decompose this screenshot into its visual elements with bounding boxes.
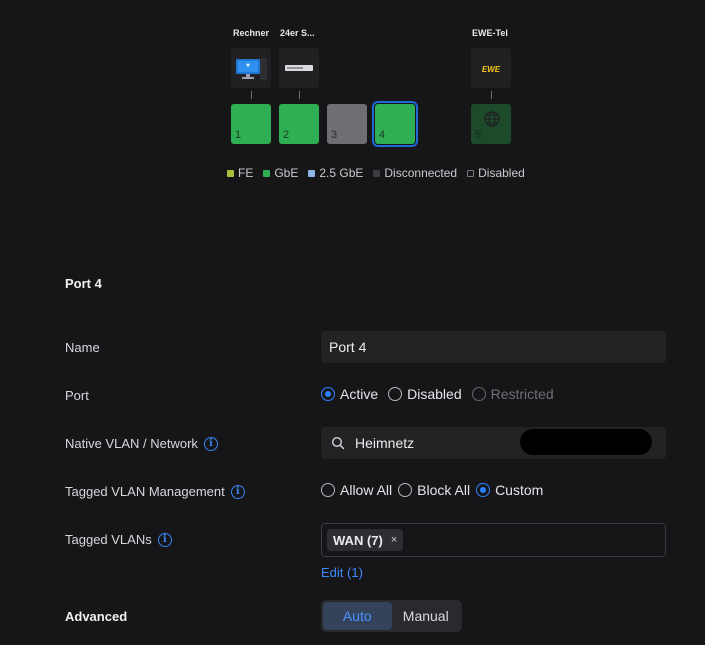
legend-swatch: [227, 169, 234, 177]
legend-label: GbE: [274, 166, 299, 180]
globe-icon: [484, 111, 500, 127]
switch-icon: [285, 65, 313, 71]
device-isp[interactable]: EWE: [471, 48, 511, 88]
port-label: Port: [65, 388, 89, 403]
name-value: Port 4: [329, 339, 367, 355]
option-label: Allow All: [340, 482, 393, 498]
advanced-label: Advanced: [65, 609, 128, 624]
legend-fe: FE: [227, 166, 253, 180]
block-all-option[interactable]: Block All: [398, 482, 470, 498]
manual-button[interactable]: Manual: [392, 602, 461, 630]
legend-label: Disconnected: [384, 166, 458, 180]
legend-label: Disabled: [478, 166, 525, 180]
port-active-option[interactable]: Active: [321, 386, 378, 402]
legend-swatch: [308, 169, 316, 177]
tagged-mgmt-radios: Allow All Block All Custom: [321, 482, 553, 498]
section-title-port: Port 4: [65, 276, 102, 291]
radio-checked[interactable]: [476, 483, 491, 497]
legend-swatch: [373, 169, 381, 177]
port-2[interactable]: 2: [279, 104, 319, 144]
tagged-vlans-label-row: Tagged VLANs i: [65, 532, 172, 547]
legend-2-5gbe: 2.5 GbE: [308, 166, 363, 180]
radio-disabled[interactable]: [471, 387, 486, 401]
tagged-mgmt-label-row: Tagged VLAN Management i: [65, 484, 245, 499]
native-vlan-label-row: Native VLAN / Network i: [65, 436, 218, 451]
option-label: Restricted: [490, 386, 554, 402]
native-vlan-label: Native VLAN / Network: [65, 436, 198, 451]
advanced-mode-toggle: Auto Manual: [321, 600, 462, 632]
close-icon[interactable]: ×: [391, 534, 397, 546]
option-label: Block All: [417, 482, 471, 498]
port-number: 5: [475, 129, 482, 141]
port-state-radios: Active Disabled Restricted: [321, 386, 564, 402]
legend-swatch: [263, 169, 271, 177]
info-icon[interactable]: i: [230, 484, 245, 499]
port-legend: FE GbE 2.5 GbE Disconnected Disabled: [227, 166, 525, 180]
port-4-selected[interactable]: 4: [372, 101, 418, 147]
device-label-rechner: Rechner: [233, 28, 270, 38]
connector-line: [491, 91, 492, 99]
port-restricted-option[interactable]: Restricted: [471, 386, 554, 402]
info-icon[interactable]: i: [157, 532, 172, 547]
vlan-chip: WAN (7) ×: [327, 529, 404, 551]
legend-label: 2.5 GbE: [319, 166, 364, 180]
device-label-switch: 24er S...: [280, 28, 315, 38]
tagged-mgmt-label: Tagged VLAN Management: [65, 484, 225, 499]
option-label: Custom: [495, 482, 544, 498]
legend-gbe: GbE: [263, 166, 298, 180]
port-5-wan[interactable]: 5: [471, 104, 511, 144]
info-icon[interactable]: i: [203, 436, 218, 451]
name-field[interactable]: Port 4: [321, 331, 666, 363]
custom-option[interactable]: Custom: [476, 482, 543, 498]
redaction-mark: [520, 429, 652, 455]
connector-line: [299, 91, 300, 99]
allow-all-option[interactable]: Allow All: [321, 482, 392, 498]
name-label: Name: [65, 340, 100, 355]
auto-button[interactable]: Auto: [323, 602, 392, 630]
port-number: 2: [283, 129, 290, 141]
tagged-vlans-field[interactable]: WAN (7) ×: [321, 523, 666, 557]
port-1[interactable]: 1: [231, 104, 271, 144]
radio-unchecked[interactable]: [388, 387, 403, 401]
radio-checked[interactable]: [321, 387, 335, 401]
svg-text:EWE: EWE: [482, 65, 501, 74]
legend-swatch: [467, 169, 475, 177]
port-number: 1: [235, 129, 242, 141]
search-icon: [331, 436, 345, 450]
isp-logo-icon: EWE: [482, 65, 501, 74]
connector-line: [251, 91, 252, 99]
option-label: Active: [340, 386, 379, 402]
device-label-isp: EWE-Tel: [472, 28, 508, 38]
legend-disabled: Disabled: [467, 166, 525, 180]
port-disabled-option[interactable]: Disabled: [388, 386, 462, 402]
device-switch[interactable]: [279, 48, 319, 88]
desktop-icon: [236, 58, 267, 80]
option-label: Disabled: [407, 386, 462, 402]
native-vlan-value: Heimnetz: [355, 435, 415, 451]
edit-tagged-vlans-link[interactable]: Edit (1): [321, 565, 363, 580]
vlan-chip-label: WAN (7): [333, 532, 383, 548]
legend-disconnected: Disconnected: [373, 166, 457, 180]
port-3[interactable]: 3: [327, 104, 367, 144]
tagged-vlans-label: Tagged VLANs: [65, 532, 152, 547]
port-number: 4: [379, 129, 386, 141]
radio-unchecked[interactable]: [321, 483, 335, 497]
legend-label: FE: [238, 166, 254, 180]
device-rechner[interactable]: [231, 48, 271, 88]
radio-unchecked[interactable]: [398, 483, 413, 497]
port-number: 3: [331, 129, 338, 141]
